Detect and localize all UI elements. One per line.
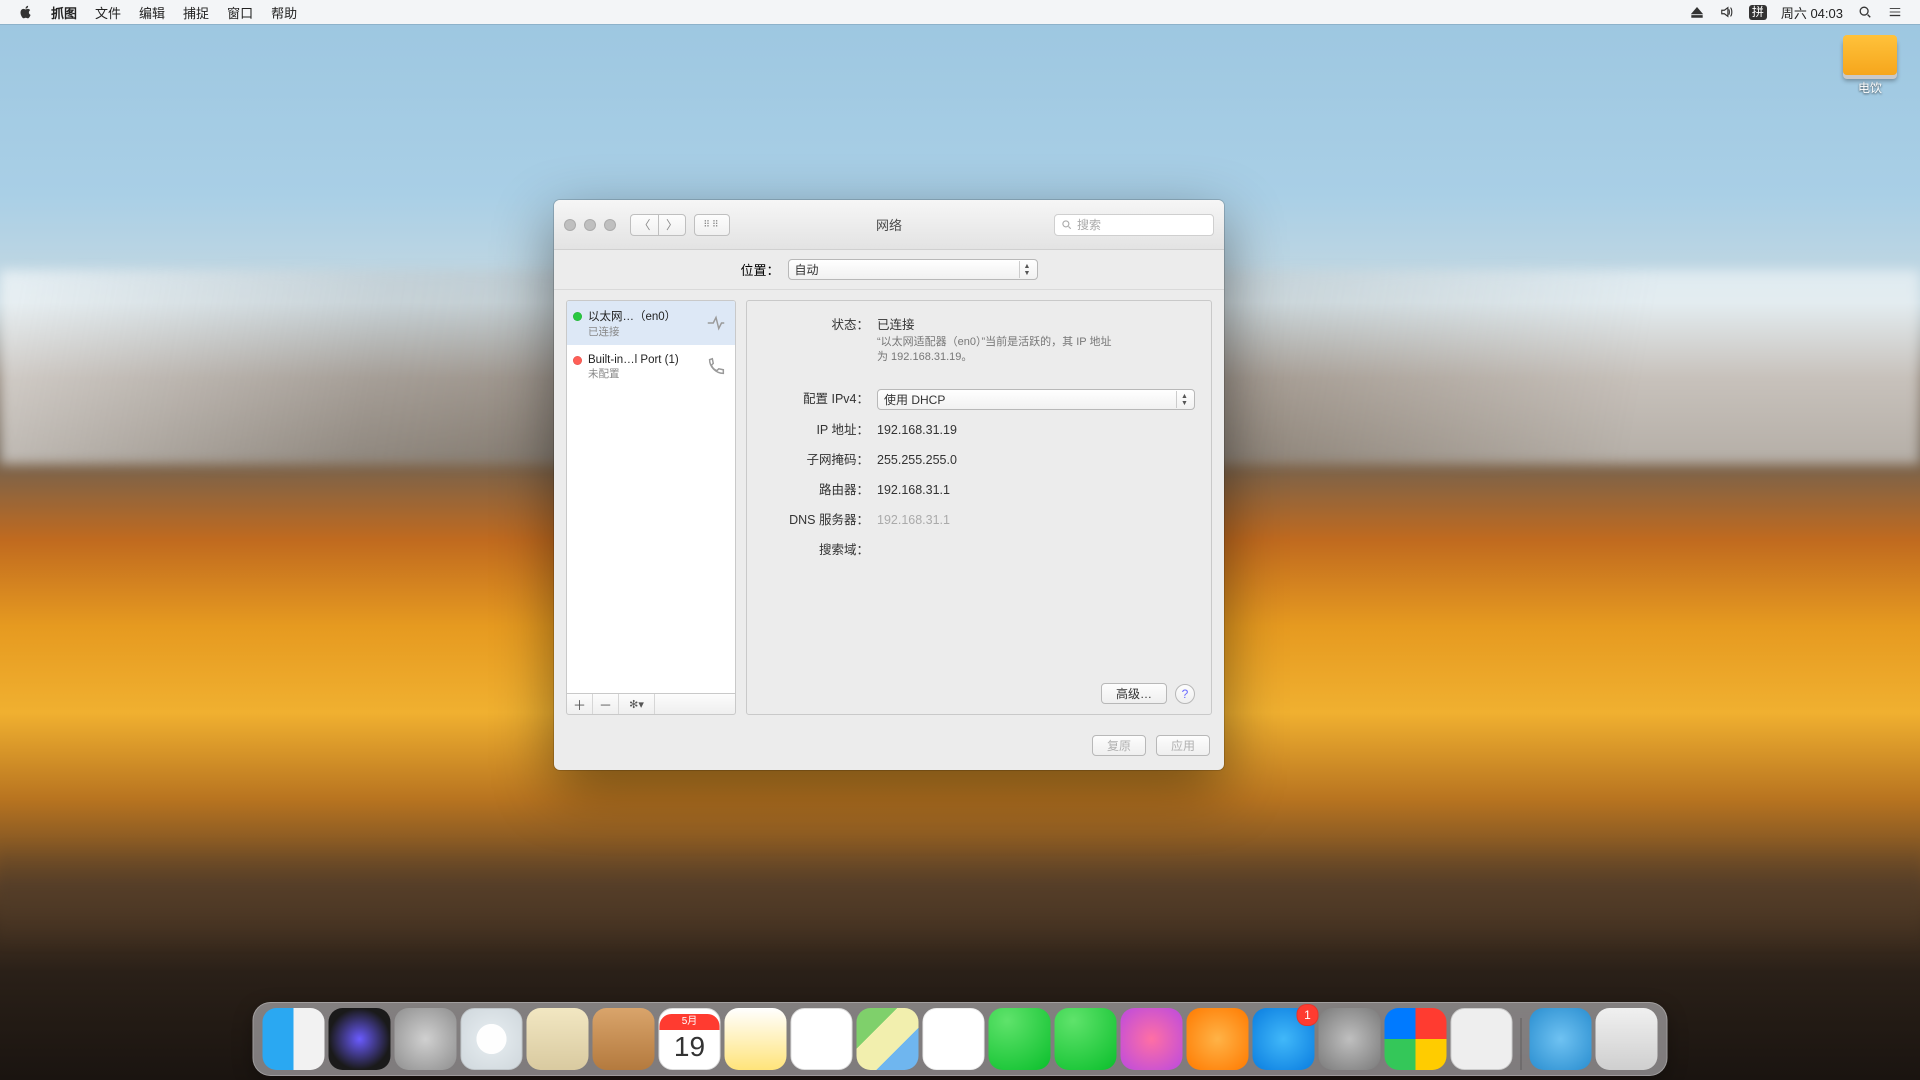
dock-system-preferences[interactable] [1319, 1008, 1381, 1070]
dock-finder[interactable] [263, 1008, 325, 1070]
notification-center-icon[interactable] [1880, 0, 1910, 24]
clock[interactable]: 周六 04:03 [1774, 0, 1850, 24]
window-footer: 复原 应用 [554, 727, 1224, 770]
dock-itunes[interactable] [1121, 1008, 1183, 1070]
zoom-button[interactable] [604, 219, 616, 231]
dock-trash[interactable] [1596, 1008, 1658, 1070]
calendar-month: 5月 [660, 1014, 720, 1030]
ipv4-config-value: 使用 DHCP [884, 390, 945, 410]
dock-appstore[interactable] [1253, 1008, 1315, 1070]
dock-dashboard[interactable] [1385, 1008, 1447, 1070]
dock-mail[interactable] [527, 1008, 589, 1070]
select-arrows-icon: ▲▼ [1019, 261, 1035, 278]
interface-status: 已连接 [588, 324, 697, 339]
search-placeholder: 搜索 [1077, 216, 1101, 233]
dns-value: 192.168.31.1 [877, 510, 1195, 530]
spotlight-icon[interactable] [1850, 0, 1880, 24]
dock-separator [1521, 1018, 1522, 1070]
interface-status: 未配置 [588, 366, 697, 381]
dock-downloads[interactable] [1530, 1008, 1592, 1070]
dock-safari[interactable] [461, 1008, 523, 1070]
dock-launchpad[interactable] [395, 1008, 457, 1070]
back-button[interactable]: 〈 [630, 214, 658, 236]
eject-icon[interactable] [1682, 0, 1712, 24]
forward-button[interactable]: 〉 [658, 214, 686, 236]
sidebar-item-serial[interactable]: Built-in…l Port (1) 未配置 [567, 345, 735, 389]
search-domains-label: 搜索域： [757, 540, 877, 560]
dock: 5月 19 [253, 1002, 1668, 1076]
volume-icon[interactable] [1712, 0, 1742, 24]
interfaces-list[interactable]: 以太网…（en0） 已连接 Built-in…l Port (1) 未配置 [566, 300, 736, 694]
location-select[interactable]: 自动 ▲▼ [788, 259, 1038, 280]
window-titlebar[interactable]: 〈 〉 ⠿⠿ 网络 搜索 [554, 200, 1224, 250]
dock-ibooks[interactable] [1187, 1008, 1249, 1070]
revert-button[interactable]: 复原 [1092, 735, 1146, 756]
dock-utilities[interactable] [1451, 1008, 1513, 1070]
subnet-mask-value: 255.255.255.0 [877, 450, 1195, 470]
input-method[interactable]: 拼 [1742, 0, 1774, 24]
add-interface-button[interactable]: ＋ [567, 694, 593, 714]
ip-address-value: 192.168.31.19 [877, 420, 1195, 440]
interface-detail-pane: 状态： 已连接 “以太网适配器（en0）”当前是活跃的，其 IP 地址为 192… [746, 300, 1212, 715]
select-arrows-icon: ▲▼ [1176, 391, 1192, 408]
dock-siri[interactable] [329, 1008, 391, 1070]
status-description: “以太网适配器（en0）”当前是活跃的，其 IP 地址为 192.168.31.… [877, 335, 1117, 365]
menubar: 抓图 文件 编辑 捕捉 窗口 帮助 拼 周六 04:03 [0, 0, 1920, 24]
status-value: 已连接 [877, 315, 1195, 335]
status-label: 状态： [757, 315, 877, 335]
desktop-volume-icon[interactable]: 电饮 [1830, 35, 1910, 96]
disk-icon [1843, 35, 1897, 75]
ethernet-icon [703, 310, 729, 336]
phone-icon [703, 354, 729, 380]
ipv4-config-label: 配置 IPv4： [757, 389, 877, 409]
dock-maps[interactable] [857, 1008, 919, 1070]
ip-address-label: IP 地址： [757, 420, 877, 440]
sidebar-item-ethernet[interactable]: 以太网…（en0） 已连接 [567, 301, 735, 345]
minimize-button[interactable] [584, 219, 596, 231]
interface-name: 以太网…（en0） [588, 308, 697, 324]
menu-file[interactable]: 文件 [86, 0, 130, 24]
status-dot-icon [573, 356, 582, 365]
interfaces-sidebar: 以太网…（en0） 已连接 Built-in…l Port (1) 未配置 [566, 300, 736, 715]
status-dot-icon [573, 312, 582, 321]
preferences-search[interactable]: 搜索 [1054, 214, 1214, 236]
dns-label: DNS 服务器： [757, 510, 877, 530]
dock-contacts[interactable] [593, 1008, 655, 1070]
disk-label: 电饮 [1830, 79, 1910, 96]
app-menu[interactable]: 抓图 [42, 0, 86, 24]
router-value: 192.168.31.1 [877, 480, 1195, 500]
network-preferences-window: 〈 〉 ⠿⠿ 网络 搜索 位置： 自动 ▲▼ 以太网…（en0） 已连接 [554, 200, 1224, 770]
location-row: 位置： 自动 ▲▼ [554, 250, 1224, 290]
dock-facetime[interactable] [1055, 1008, 1117, 1070]
dock-messages[interactable] [989, 1008, 1051, 1070]
dock-photos[interactable] [923, 1008, 985, 1070]
interface-actions-menu[interactable]: ✻▾ [619, 694, 655, 714]
router-label: 路由器： [757, 480, 877, 500]
dock-calendar[interactable]: 5月 19 [659, 1008, 721, 1070]
show-all-button[interactable]: ⠿⠿ [694, 214, 730, 236]
advanced-button[interactable]: 高级… [1101, 683, 1167, 704]
location-label: 位置： [740, 260, 779, 279]
location-value: 自动 [795, 261, 819, 278]
search-icon [1061, 219, 1073, 231]
ipv4-config-select[interactable]: 使用 DHCP ▲▼ [877, 389, 1195, 410]
sidebar-tools: ＋ － ✻▾ [566, 694, 736, 715]
remove-interface-button[interactable]: － [593, 694, 619, 714]
dock-notes[interactable] [725, 1008, 787, 1070]
menu-edit[interactable]: 编辑 [130, 0, 174, 24]
apple-menu[interactable] [10, 0, 42, 24]
calendar-day: 19 [674, 1030, 705, 1064]
menu-help[interactable]: 帮助 [262, 0, 306, 24]
subnet-mask-label: 子网掩码： [757, 450, 877, 470]
traffic-lights[interactable] [564, 219, 616, 231]
menu-capture[interactable]: 捕捉 [174, 0, 218, 24]
help-button[interactable]: ? [1175, 684, 1195, 704]
dock-reminders[interactable] [791, 1008, 853, 1070]
close-button[interactable] [564, 219, 576, 231]
interface-name: Built-in…l Port (1) [588, 354, 697, 366]
apply-button[interactable]: 应用 [1156, 735, 1210, 756]
menu-window[interactable]: 窗口 [218, 0, 262, 24]
